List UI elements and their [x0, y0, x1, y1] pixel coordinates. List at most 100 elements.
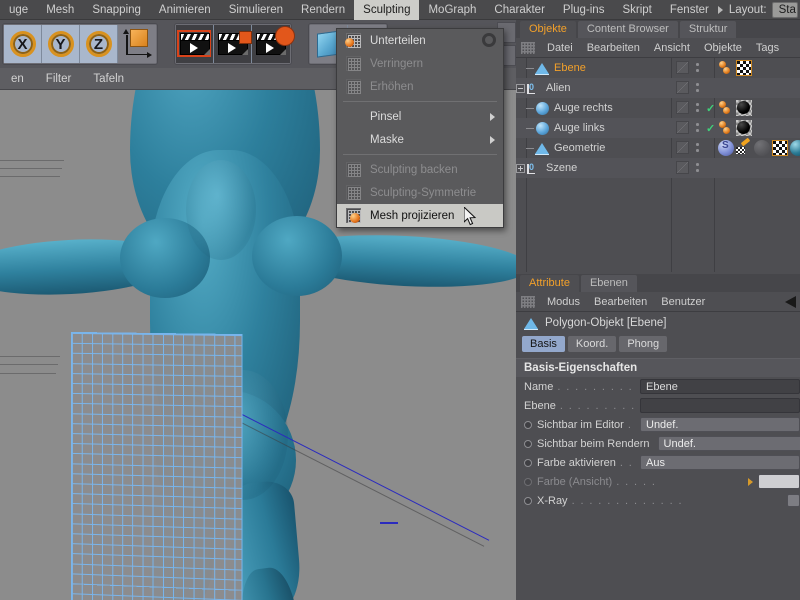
menu-item-mesh[interactable]: Mesh [37, 0, 83, 20]
teal-material-tag[interactable] [790, 140, 800, 156]
sichtbar-editor-dropdown[interactable]: Undef. [640, 417, 800, 432]
visible-render-dot[interactable] [696, 109, 699, 112]
menu-item-mesh-projizieren[interactable]: Mesh projizieren [337, 204, 503, 227]
om-menu-datei[interactable]: Datei [540, 42, 580, 54]
menu-item-mograph[interactable]: MoGraph [419, 0, 485, 20]
brush-tag[interactable] [736, 137, 752, 156]
object-tree[interactable]: Ebene 0 Alien Auge rechts ✓ Auge links ✓… [516, 58, 800, 272]
visible-editor-dot[interactable] [696, 83, 699, 86]
visible-editor-dot[interactable] [696, 103, 699, 106]
black-material-tag[interactable] [736, 120, 752, 136]
expand-expander[interactable] [516, 163, 525, 173]
table-row[interactable]: Auge rechts ✓ [516, 98, 800, 118]
ebene-plane-grid[interactable] [70, 331, 243, 600]
om-menu-ansicht[interactable]: Ansicht [647, 42, 697, 54]
attr-menu-modus[interactable]: Modus [540, 296, 587, 308]
visible-editor-dot[interactable] [696, 123, 699, 126]
visibility-toggles[interactable] [676, 121, 706, 135]
axis-lock-z-button[interactable]: Z [80, 25, 118, 63]
visible-render-dot[interactable] [696, 89, 699, 92]
menu-item-snapping[interactable]: Snapping [83, 0, 150, 20]
ebene-field[interactable] [640, 398, 800, 413]
visibility-toggles[interactable] [676, 161, 706, 175]
menu-item-plugins[interactable]: Plug-ins [554, 0, 614, 20]
visibility-square-icon[interactable] [676, 121, 689, 134]
enabled-check-icon[interactable]: ✓ [706, 102, 715, 115]
tab-koord[interactable]: Koord. [567, 336, 617, 352]
viewport-menu-tafeln[interactable]: Tafeln [82, 73, 135, 85]
tab-content-browser[interactable]: Content Browser [577, 21, 678, 38]
tab-ebenen[interactable]: Ebenen [580, 275, 637, 292]
panel-grip-icon[interactable] [521, 41, 535, 54]
layout-select[interactable]: Sta [771, 1, 798, 18]
menu-item-charakter[interactable]: Charakter [485, 0, 554, 20]
viewport-menu-filter[interactable]: Filter [35, 73, 83, 85]
tab-attribute[interactable]: Attribute [520, 275, 579, 292]
tab-phong[interactable]: Phong [619, 336, 668, 352]
menu-item-animieren[interactable]: Animieren [150, 0, 220, 20]
nav-back-arrow-icon[interactable] [785, 296, 796, 308]
visibility-square-icon[interactable] [676, 61, 689, 74]
menu-item-skript[interactable]: Skript [613, 0, 660, 20]
property-radio[interactable] [524, 420, 532, 429]
tab-basis[interactable]: Basis [522, 336, 565, 352]
material-balls-tag[interactable] [718, 120, 734, 136]
visibility-square-icon[interactable] [676, 101, 689, 114]
attr-menu-benutzer[interactable]: Benutzer [654, 296, 712, 308]
menu-item-maske[interactable]: Maske [337, 128, 503, 151]
checker-texture-tag[interactable] [772, 140, 788, 156]
chevron-right-icon[interactable] [717, 5, 723, 14]
axis-lock-x-button[interactable]: X [4, 25, 42, 63]
visibility-toggles[interactable] [676, 81, 706, 95]
visible-editor-dot[interactable] [696, 143, 699, 146]
table-row[interactable]: 0 Alien [516, 78, 800, 98]
visible-render-dot[interactable] [696, 169, 699, 172]
visible-render-dot[interactable] [696, 69, 699, 72]
visibility-toggles[interactable] [676, 101, 706, 115]
table-row[interactable]: Geometrie [516, 137, 800, 158]
visible-editor-dot[interactable] [696, 163, 699, 166]
om-menu-tags[interactable]: Tags [749, 42, 786, 54]
expand-arrow-icon[interactable] [748, 477, 753, 486]
farbe-aktivieren-dropdown[interactable]: Aus [640, 455, 800, 470]
om-menu-objekte[interactable]: Objekte [697, 42, 749, 54]
material-balls-tag[interactable] [718, 60, 734, 76]
table-row[interactable]: Ebene [516, 58, 800, 78]
visibility-toggles[interactable] [676, 61, 706, 75]
viewport-menu-ansichten[interactable]: en [0, 73, 35, 85]
axis-lock-y-button[interactable]: Y [42, 25, 80, 63]
property-radio[interactable] [524, 458, 532, 467]
xray-checkbox[interactable] [787, 494, 800, 507]
visibility-square-icon[interactable] [676, 81, 689, 94]
tab-objekte[interactable]: Objekte [520, 21, 576, 38]
menu-item-sculpting[interactable]: Sculpting [354, 0, 420, 20]
menu-item-rendern[interactable]: Rendern [292, 0, 354, 20]
om-menu-bearbeiten[interactable]: Bearbeiten [580, 42, 647, 54]
animation-keyframe-settings-button[interactable] [252, 25, 292, 63]
attr-menu-bearbeiten[interactable]: Bearbeiten [587, 296, 654, 308]
visibility-toggles[interactable] [676, 141, 706, 155]
collapse-expander[interactable] [516, 83, 525, 93]
name-field[interactable]: Ebene [640, 379, 800, 394]
animation-autokey-button[interactable] [214, 25, 252, 63]
property-radio[interactable] [524, 496, 532, 505]
checker-texture-tag[interactable] [736, 60, 752, 76]
visible-editor-dot[interactable] [696, 63, 699, 66]
menu-item-fenster[interactable]: Fenster [661, 0, 718, 20]
gray-material-tag[interactable] [754, 140, 770, 156]
visibility-square-icon[interactable] [676, 161, 689, 174]
material-balls-tag[interactable] [718, 100, 734, 116]
panel-grip-icon[interactable] [521, 295, 535, 308]
table-row[interactable]: 0 Szene [516, 158, 800, 178]
animation-record-button[interactable] [176, 25, 214, 63]
visibility-square-icon[interactable] [676, 141, 689, 154]
menu-item-unterteilen[interactable]: Unterteilen [337, 29, 503, 52]
gear-icon[interactable] [482, 33, 496, 47]
sichtbar-rendern-dropdown[interactable]: Undef. [657, 436, 800, 451]
property-radio[interactable] [524, 439, 532, 448]
enabled-check-icon[interactable]: ✓ [706, 122, 715, 135]
object-world-axis-button[interactable] [118, 25, 156, 63]
farbe-ansicht-swatch[interactable] [758, 474, 800, 489]
menu-item-werkzeuge[interactable]: uge [0, 0, 37, 20]
menu-item-pinsel[interactable]: Pinsel [337, 105, 503, 128]
